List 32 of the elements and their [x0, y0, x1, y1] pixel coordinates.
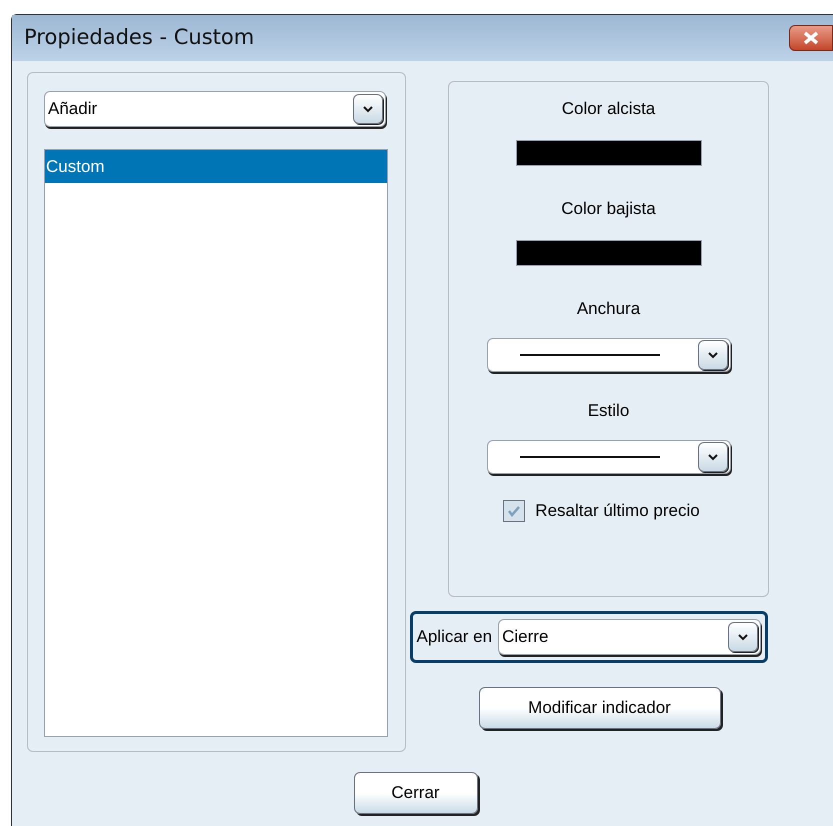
dropdown-arrow-button[interactable] [698, 340, 728, 370]
chevron-down-icon [738, 634, 748, 640]
width-label: Anchura [576, 298, 640, 320]
dropdown-value: Añadir [48, 98, 98, 120]
line-sample-icon [520, 354, 660, 356]
up-color-label: Color alcista [562, 98, 656, 120]
checkmark-icon [507, 504, 522, 517]
style-label: Estilo [588, 400, 630, 422]
apply-on-dropdown[interactable]: Cierre [498, 619, 760, 655]
chevron-down-icon [708, 454, 718, 460]
dropdown-arrow-button[interactable] [728, 622, 758, 652]
modify-indicator-button[interactable]: Modificar indicador [478, 687, 720, 729]
close-button[interactable] [789, 25, 833, 51]
down-color-label: Color bajista [561, 198, 656, 220]
color-swatch[interactable] [516, 140, 702, 166]
close-dialog-button[interactable]: Cerrar [354, 772, 478, 814]
close-icon [802, 31, 820, 45]
chevron-down-icon [363, 106, 373, 112]
apply-on-label: Aplicar en [416, 626, 492, 648]
dropdown-value: Cierre [502, 626, 550, 648]
line-select[interactable] [486, 440, 730, 474]
line-select[interactable] [486, 338, 730, 372]
chevron-down-icon [708, 352, 718, 358]
dropdown-arrow-button[interactable] [353, 94, 383, 124]
line-sample-icon [520, 456, 660, 458]
checkbox-label: Resaltar último precio [535, 500, 700, 522]
dropdown-arrow-button[interactable] [698, 442, 728, 472]
checkbox[interactable] [503, 500, 526, 522]
list-item[interactable]: Custom [45, 150, 387, 183]
action-dropdown[interactable]: Añadir [44, 91, 386, 127]
color-swatch[interactable] [516, 240, 702, 266]
window-title: Propiedades - Custom [24, 24, 254, 52]
